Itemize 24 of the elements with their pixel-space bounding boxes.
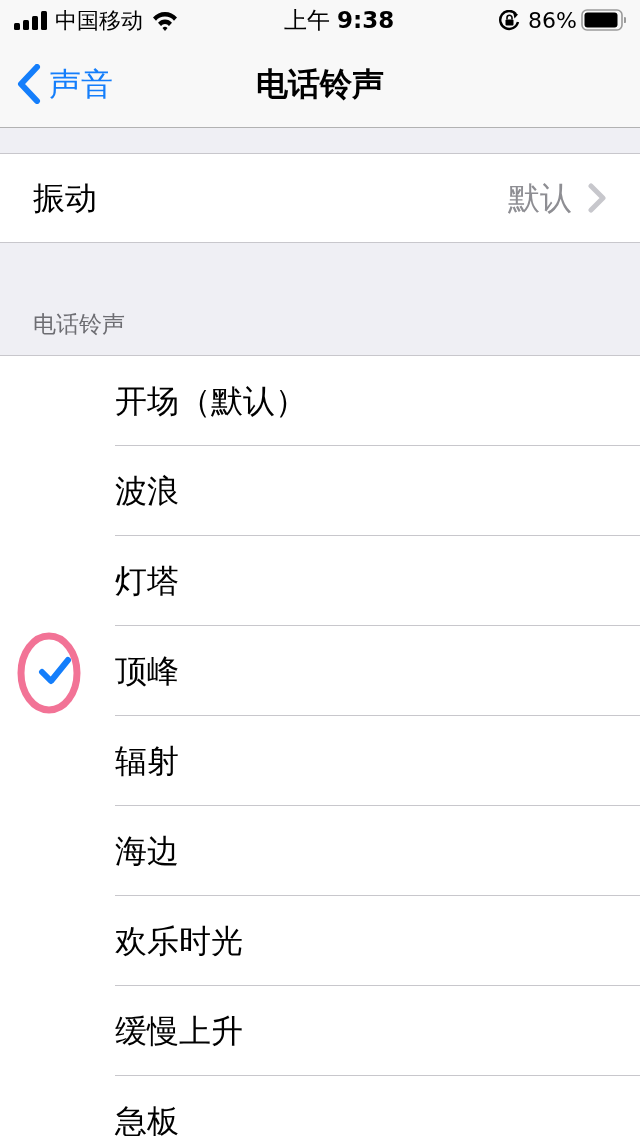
carrier-name: 中国移动	[55, 6, 143, 35]
ringtone-item[interactable]: 灯塔	[115, 536, 640, 626]
ringtone-item[interactable]: 波浪	[115, 446, 640, 536]
battery-percent: 86%	[528, 6, 577, 35]
ringtone-item[interactable]: 辐射	[115, 716, 640, 806]
vibration-label: 振动	[33, 178, 98, 219]
back-chevron-icon	[16, 63, 41, 104]
vibration-value: 默认	[508, 178, 572, 219]
page-title: 电话铃声	[256, 64, 384, 103]
back-button[interactable]: 声音	[0, 59, 113, 108]
chevron-right-icon	[588, 183, 606, 213]
ringtone-item[interactable]: 海边	[115, 806, 640, 896]
ringtone-item[interactable]: 急板	[115, 1076, 640, 1136]
ringtone-item[interactable]: 欢乐时光	[115, 896, 640, 986]
ringtone-item[interactable]: 顶峰	[115, 626, 640, 716]
signal-icon	[14, 10, 47, 30]
wifi-icon	[151, 9, 179, 31]
battery-icon	[581, 9, 626, 31]
ringtone-item[interactable]: 缓慢上升	[115, 986, 640, 1076]
orientation-lock-icon	[499, 9, 521, 31]
vibration-row[interactable]: 振动 默认	[0, 153, 640, 243]
status-time: 上午 9:38	[283, 5, 395, 35]
section-header: 电话铃声	[33, 309, 125, 339]
ringtone-item[interactable]: 开场（默认）	[115, 356, 640, 446]
